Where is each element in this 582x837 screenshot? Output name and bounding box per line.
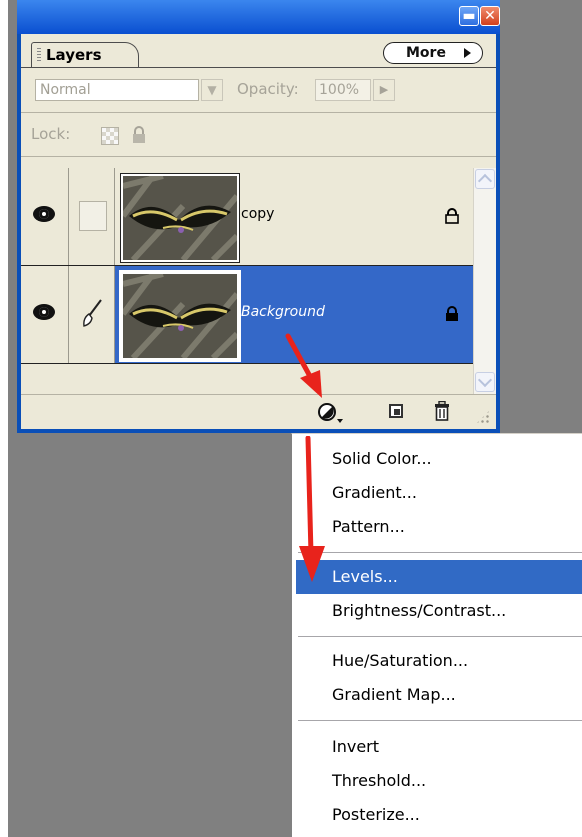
menu-item-threshold[interactable]: Threshold... <box>296 764 582 798</box>
tab-layers-label: Layers <box>46 46 102 64</box>
more-button[interactable]: More <box>383 42 483 64</box>
menu-item-gradient[interactable]: Gradient... <box>296 476 582 510</box>
opacity-label: Opacity: <box>237 80 299 98</box>
lock-icon <box>445 208 459 224</box>
layer-list-scrollbar[interactable] <box>473 168 496 394</box>
minimize-icon: ▬ <box>462 8 476 24</box>
blend-options-row: Normal ▼ Opacity: 100% ▶ <box>21 68 496 112</box>
lock-icon <box>446 306 458 321</box>
annotation-arrow-icon <box>299 436 325 582</box>
opacity-slider-toggle[interactable]: ▶ <box>373 79 395 101</box>
layer-row-copy[interactable]: copy <box>21 168 473 266</box>
layers-palette-window: ▬ ✕ Layers More Normal ▼ Opacity: 100% ▶… <box>17 0 500 433</box>
visibility-toggle[interactable] <box>21 266 69 363</box>
butterfly-thumbnail <box>123 274 237 358</box>
layer-row-background[interactable]: Background <box>21 266 473 364</box>
more-button-label: More <box>406 45 446 61</box>
lock-label: Lock: <box>31 125 71 143</box>
layer-list: copy Background <box>21 168 473 364</box>
menu-separator <box>298 720 582 722</box>
lock-row: Lock: <box>21 112 496 156</box>
chevron-right-icon: ▶ <box>379 83 389 96</box>
menu-item-posterize[interactable]: Posterize... <box>296 798 582 832</box>
palette-bottom-bar <box>21 394 496 430</box>
link-cell[interactable] <box>69 168 115 265</box>
lock-transparency-icon[interactable] <box>101 127 119 145</box>
menu-item-hue-saturation[interactable]: Hue/Saturation... <box>296 644 582 678</box>
brush-icon <box>83 299 102 327</box>
menu-item-levels[interactable]: Levels... <box>296 560 582 594</box>
menu-item-invert[interactable]: Invert <box>296 730 582 764</box>
minimize-button[interactable]: ▬ <box>459 6 479 26</box>
butterfly-thumbnail <box>123 176 237 260</box>
chevron-down-icon[interactable]: ▼ <box>201 79 223 101</box>
menu-separator <box>298 552 582 554</box>
eye-icon <box>33 304 55 320</box>
menu-separator <box>298 636 582 638</box>
link-cell[interactable] <box>69 266 115 363</box>
scroll-up-button[interactable] <box>475 169 495 189</box>
menu-item-solid-color[interactable]: Solid Color... <box>296 442 582 476</box>
close-button[interactable]: ✕ <box>480 6 500 26</box>
adjustment-layer-menu: Solid Color... Gradient... Pattern... Le… <box>291 433 582 837</box>
close-icon: ✕ <box>484 8 496 24</box>
resize-grip-icon[interactable] <box>475 409 491 425</box>
layer-thumbnail <box>120 173 240 263</box>
lock-all-icon[interactable] <box>131 126 147 144</box>
eye-icon <box>33 206 55 222</box>
link-box <box>79 201 107 231</box>
palette-body: Layers More Normal ▼ Opacity: 100% ▶ Loc… <box>21 34 496 429</box>
layer-thumbnail <box>119 270 241 362</box>
layer-name: copy <box>241 206 275 222</box>
grip-icon <box>37 48 41 62</box>
menu-item-pattern[interactable]: Pattern... <box>296 510 582 544</box>
new-layer-button[interactable] <box>389 404 403 418</box>
visibility-toggle[interactable] <box>21 168 69 265</box>
scroll-down-button[interactable] <box>475 372 495 392</box>
play-arrow-icon <box>464 48 471 58</box>
opacity-input[interactable]: 100% <box>315 79 371 101</box>
chevron-up-icon <box>477 173 493 189</box>
adjustment-layer-button[interactable] <box>317 402 343 424</box>
palette-title-bar[interactable]: ▬ ✕ <box>17 0 500 34</box>
divider <box>21 156 496 157</box>
chevron-down-icon <box>477 372 493 388</box>
tab-row: Layers More <box>21 34 496 68</box>
layer-name: Background <box>241 304 325 320</box>
tab-layers[interactable]: Layers <box>31 42 139 68</box>
blend-mode-select[interactable]: Normal <box>35 79 199 101</box>
annotation-arrow-icon <box>285 333 322 398</box>
trash-icon[interactable] <box>433 401 451 421</box>
menu-item-gradient-map[interactable]: Gradient Map... <box>296 678 582 712</box>
menu-item-brightness-contrast[interactable]: Brightness/Contrast... <box>296 594 582 628</box>
